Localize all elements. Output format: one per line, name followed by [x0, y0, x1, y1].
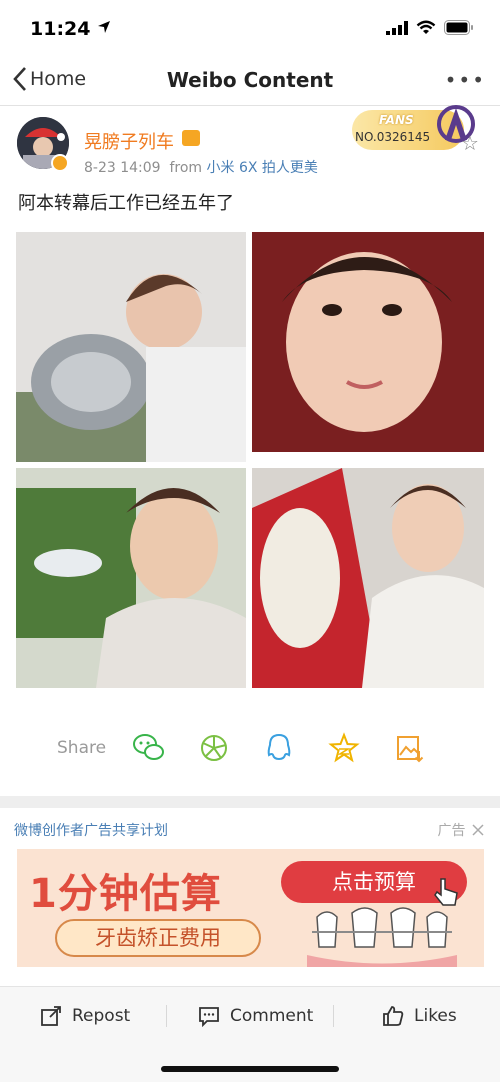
action-divider	[333, 1005, 334, 1027]
comment-label: Comment	[230, 1006, 314, 1026]
qzone-icon	[328, 732, 360, 763]
nav-bar: Home Weibo Content •••	[0, 58, 500, 106]
close-icon	[472, 824, 484, 836]
photo-image	[252, 232, 484, 452]
ad-cta-label: 点击预算	[332, 870, 416, 894]
save-image-icon	[397, 736, 424, 763]
likes-label: Likes	[414, 1006, 457, 1026]
post-text: 阿本转幕后工作已经五年了	[18, 193, 234, 214]
moments-share-button[interactable]	[197, 731, 231, 765]
ad-header: 微博创作者广告共享计划 广告	[0, 818, 500, 840]
cellular-signal-icon	[386, 20, 408, 35]
comment-button[interactable]: Comment	[198, 1001, 313, 1031]
fans-badge[interactable]: FANS NO.0326145	[352, 105, 475, 150]
post-photo[interactable]	[252, 468, 484, 688]
save-image-button[interactable]	[392, 731, 426, 765]
hand-pointer-icon	[434, 878, 458, 906]
post-photo[interactable]	[16, 232, 246, 462]
wechat-icon	[133, 734, 164, 760]
post-time: 8-23 14:09	[84, 160, 161, 176]
battery-icon	[444, 20, 473, 35]
wechat-share-button[interactable]	[132, 731, 166, 765]
qq-share-button[interactable]	[262, 731, 296, 765]
action-divider	[166, 1005, 167, 1027]
post-meta: 8-23 14:09 from 小米 6X 拍人更美	[84, 157, 318, 177]
ad-tag[interactable]: 广告	[438, 820, 484, 840]
wifi-icon	[416, 20, 436, 34]
section-divider	[0, 796, 500, 808]
repost-label: Repost	[72, 1006, 131, 1026]
page-title: Weibo Content	[166, 68, 334, 92]
thumbs-up-icon	[383, 1006, 404, 1026]
repost-button[interactable]: Repost	[40, 1001, 130, 1031]
member-crown-icon	[182, 130, 200, 146]
moments-icon	[201, 735, 227, 761]
location-arrow-icon	[98, 21, 111, 33]
more-menu-button[interactable]: •••	[445, 68, 486, 92]
photo-image	[16, 468, 246, 688]
favorite-star-icon[interactable]: ☆	[461, 131, 479, 155]
share-row: Share	[0, 727, 500, 771]
repost-icon	[41, 1006, 61, 1026]
status-time: 11:24	[30, 18, 111, 40]
fans-label: FANS	[379, 113, 414, 127]
like-button[interactable]: Likes	[382, 1001, 457, 1031]
vip-badge	[51, 154, 69, 172]
photo-grid	[16, 232, 484, 712]
ad-program-title[interactable]: 微博创作者广告共享计划	[14, 820, 168, 840]
home-indicator[interactable]	[161, 1066, 339, 1072]
post-photo[interactable]	[16, 468, 246, 688]
status-bar: 11:24	[0, 0, 500, 58]
post-photo[interactable]	[252, 232, 484, 452]
photo-image	[252, 468, 484, 688]
teeth-illustration	[307, 907, 457, 967]
status-indicators	[386, 20, 474, 35]
ad-headline: 1分钟估算	[29, 871, 222, 917]
qzone-share-button[interactable]	[327, 731, 361, 765]
post-source[interactable]: 小米 6X 拍人更美	[207, 160, 318, 176]
comment-icon	[199, 1007, 219, 1027]
ad-tag-label: 广告	[437, 823, 466, 839]
ad-banner[interactable]: 1分钟估算 牙齿矫正费用 点击预算	[17, 849, 484, 967]
username[interactable]: 晃膀子列车	[84, 128, 174, 154]
photo-image	[16, 232, 246, 462]
share-label: Share	[57, 738, 107, 758]
from-label: from	[169, 160, 203, 176]
fans-number: NO.0326145	[355, 130, 431, 144]
qq-icon	[267, 733, 291, 761]
clock-text: 11:24	[30, 18, 91, 40]
ad-subheading: 牙齿矫正费用	[55, 919, 261, 957]
